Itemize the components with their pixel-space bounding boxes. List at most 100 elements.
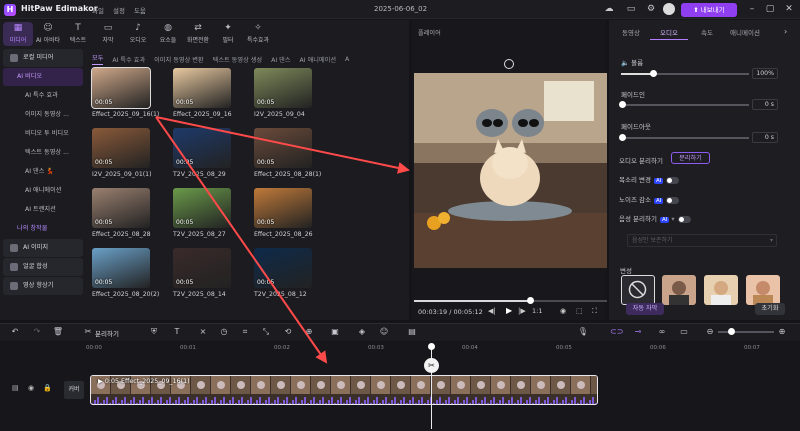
time-ruler[interactable]: 00:00 00:01 00:02 00:03 00:04 00:05 00:06 00:07 [86,342,800,356]
category-ai-avatar[interactable]: ☺ AI 아바타 [33,22,63,46]
fadein-slider[interactable] [621,104,749,106]
category-audio[interactable]: ♪ 오디오 [123,22,153,46]
media-thumbnail[interactable]: 00:05 [173,248,231,288]
media-item[interactable]: 00:05 Effect_2025_09_16 [173,68,232,118]
fadein-value[interactable]: 0 s [752,99,778,110]
sidebar-item[interactable]: 얼굴 합성 [3,258,83,276]
sidebar-item[interactable]: 텍스트 동영상 ... [3,144,83,162]
split-scissors-icon[interactable]: ✂ [424,358,439,373]
subtab[interactable]: 이미지 동영상 변환 [154,55,203,64]
magnet-icon[interactable]: ⊂⊃ [610,326,623,338]
quality-icon[interactable]: ⬚ [576,307,583,315]
cloud-icon[interactable]: ☁ [603,3,615,15]
mask-icon[interactable]: ▣ [329,326,341,338]
playhead[interactable] [431,344,432,429]
preview-frame[interactable] [414,73,607,268]
voice-change-toggle[interactable] [666,176,680,184]
sidebar-item[interactable]: AI 트랜지션 [3,201,83,219]
media-item[interactable]: 00:05 T2V_2025_08_14 [173,248,231,298]
next-frame-icon[interactable]: |▶ [518,307,526,315]
track-video-icon[interactable]: ▤ [12,384,19,392]
menu-help[interactable]: 도움 [134,5,146,15]
chain-icon[interactable]: ∞ [656,326,668,338]
player-seek-knob[interactable] [526,297,534,304]
volume-value[interactable]: 100% [752,68,778,79]
freeze-icon[interactable]: ⨯ [197,326,209,338]
media-item[interactable]: 00:05 T2V_2025_08_12 [254,248,312,298]
auto-caption-button[interactable]: 자동 자막 [626,303,664,315]
close-icon[interactable]: ✕ [783,3,795,15]
reset-button[interactable]: 초기화 [755,303,785,315]
media-item[interactable]: 00:05 I2V_2025_09_04 [254,68,312,118]
sidebar-item[interactable]: 로컬 미디어 [3,49,83,67]
category-transition[interactable]: ⇄ 화면전환 [183,22,213,46]
fadein-knob[interactable] [619,101,626,108]
lock-icon[interactable]: 🔒 [43,384,52,392]
voice-avatar-3[interactable] [746,275,780,305]
rotate-handle-icon[interactable] [504,59,514,69]
reverse-icon[interactable]: ⟲ [282,326,294,338]
media-thumbnail[interactable]: 00:05 [92,128,150,168]
crop-icon[interactable]: ⌗ [239,326,251,338]
fadeout-slider[interactable] [621,137,749,139]
scissors-icon[interactable]: ✂ [82,326,94,338]
media-item[interactable]: 00:05 T2V_2025_08_27 [173,188,231,238]
media-item[interactable]: 00:05 Effect_2025_08_28 [92,188,151,238]
stabilize-icon[interactable]: ⊕ [303,326,315,338]
category-media[interactable]: ▦ 미디어 [3,22,33,46]
player-seekbar[interactable] [414,300,607,302]
voice-avatar-2[interactable] [704,275,738,305]
media-thumbnail[interactable]: 00:05 [173,188,231,228]
voice-none-option[interactable] [621,275,655,305]
feedback-icon[interactable]: ▭ [625,3,637,15]
media-thumbnail[interactable]: 00:05 [92,248,150,288]
media-thumbnail[interactable]: 00:05 [254,68,312,108]
sidebar-item[interactable]: 비디오 투 비디오 [3,125,83,143]
media-item[interactable]: 00:05 I2V_2025_09_01(1) [92,128,152,178]
volume-knob[interactable] [650,70,657,77]
sidebar-item[interactable]: AI 이미지 [3,239,83,257]
sidebar-item[interactable]: 영상 향상기 [3,277,83,295]
link-icon[interactable]: ⊸ [632,326,644,338]
vocal-mode-select[interactable]: 음성만 보존하기 ▾ [627,234,777,247]
vocal-sep-toggle[interactable] [677,215,691,223]
eye-icon[interactable]: ◉ [28,384,34,392]
keyframe-icon[interactable]: ◈ [356,326,368,338]
subtab[interactable]: AI 댄스 [271,55,290,64]
media-thumbnail[interactable]: 00:05 [254,188,312,228]
sidebar-item[interactable]: 이미지 동영상 ... [3,106,83,124]
text-tool-icon[interactable]: T [171,326,183,338]
tabs-next-icon[interactable]: › [784,27,787,36]
category-filter[interactable]: ✦ 필터 [213,22,243,46]
media-thumbnail[interactable]: 00:05 [91,67,151,109]
media-thumbnail[interactable]: 00:05 [173,68,231,108]
separate-button[interactable]: 분리하기 [671,152,710,164]
playhead-handle[interactable] [428,343,435,350]
prev-frame-icon[interactable]: ◀| [488,307,496,315]
subtab[interactable]: 텍스트 동영상 생성 [213,55,262,64]
shield-icon[interactable]: ⛨ [148,326,160,338]
menu-file[interactable]: 파일 [92,5,104,15]
sidebar-item[interactable]: 나의 창작물 [3,220,83,238]
snapshot-icon[interactable]: ◉ [560,307,566,315]
media-item[interactable]: 00:05 T2V_2025_08_29 [173,128,231,178]
sidebar-item[interactable]: AI 특수 효과 [3,87,83,105]
media-item[interactable]: 00:05 Effect_2025_08_26 [254,188,313,238]
tab-0[interactable]: 동영상 [612,26,650,40]
settings-icon[interactable]: ⚙ [645,3,657,15]
tab-1[interactable]: 오디오 [650,26,688,40]
category-effects[interactable]: ✧ 특수효과 [243,22,273,46]
subtab[interactable]: A [345,56,349,63]
face-icon[interactable]: ☺ [378,326,390,338]
tab-3[interactable]: 애니메이션 [726,26,764,40]
split-label[interactable]: 분리하기 [95,328,119,338]
subtab[interactable]: 모두 [92,53,104,65]
avatar[interactable] [663,3,675,15]
voice-avatar-1[interactable] [662,275,696,305]
zoom-out-icon[interactable]: ⊖ [704,326,716,338]
zoom-in-icon[interactable]: ⊕ [776,326,788,338]
media-thumbnail[interactable]: 00:05 [254,248,312,288]
captions-icon[interactable]: ▭ [678,326,690,338]
menu-settings[interactable]: 설정 [113,5,125,15]
fadeout-value[interactable]: 0 s [752,132,778,143]
